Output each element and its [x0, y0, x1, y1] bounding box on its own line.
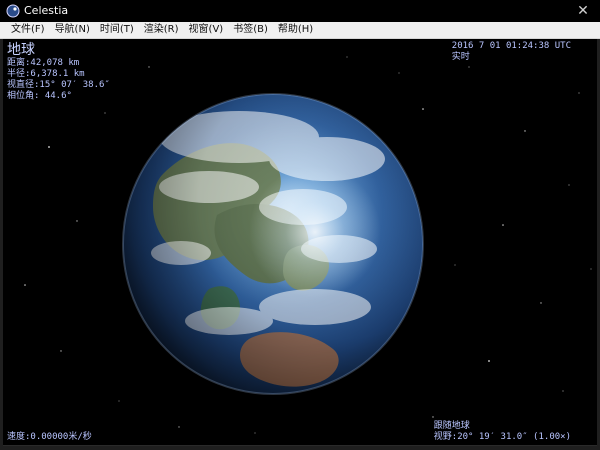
- follow-target: 跟随地球: [433, 421, 470, 431]
- menu-time[interactable]: 时间(T): [95, 22, 139, 38]
- close-icon: ✕: [577, 3, 589, 19]
- hud-time: 2016 7 01 01:24:38 UTC 实时: [452, 41, 571, 63]
- object-apparent-diameter: 视直径:15° 07′ 38.6″: [7, 80, 110, 90]
- celestia-app-icon: [6, 4, 20, 18]
- space-viewport[interactable]: 地球 距离:42,078 km 半径:6,378.1 km 视直径:15° 07…: [3, 39, 597, 446]
- menu-navigation[interactable]: 导航(N): [50, 22, 95, 38]
- hud-camera: 跟随地球 视野:20° 19′ 31.0″ (1.00×): [434, 421, 571, 443]
- window-title: Celestia: [24, 4, 69, 17]
- earth-globe[interactable]: [123, 94, 423, 394]
- object-distance: 距离:42,078 km: [7, 58, 80, 68]
- menu-items: 文件(F) 导航(N) 时间(T) 渲染(R) 视窗(V) 书签(B) 帮助(H…: [0, 22, 600, 38]
- menu-file[interactable]: 文件(F): [6, 22, 50, 38]
- object-name: 地球: [7, 42, 35, 58]
- app-window: Celestia ✕ 文件(F) 导航(N) 时间(T) 渲染(R) 视窗(V)…: [0, 0, 600, 450]
- hud-object-info: 地球 距离:42,078 km 半径:6,378.1 km 视直径:15° 07…: [7, 42, 110, 102]
- title-bar[interactable]: Celestia ✕: [0, 0, 600, 22]
- current-datetime: 2016 7 01 01:24:38 UTC: [451, 41, 571, 51]
- menu-view[interactable]: 视窗(V): [184, 22, 229, 38]
- hud-speed: 速度:0.00000米/秒: [7, 432, 92, 443]
- speed-readout: 速度:0.00000米/秒: [7, 432, 92, 442]
- object-phase-angle: 相位角: 44.6°: [7, 91, 72, 101]
- earth-shadow: [123, 94, 423, 394]
- menu-render[interactable]: 渲染(R): [139, 22, 184, 38]
- menu-help[interactable]: 帮助(H): [273, 22, 318, 38]
- time-mode: 实时: [451, 52, 470, 62]
- object-radius: 半径:6,378.1 km: [7, 69, 85, 79]
- close-button[interactable]: ✕: [574, 2, 592, 20]
- menu-bookmarks[interactable]: 书签(B): [228, 22, 273, 38]
- field-of-view: 视野:20° 19′ 31.0″ (1.00×): [433, 432, 571, 442]
- menu-bar: 文件(F) 导航(N) 时间(T) 渲染(R) 视窗(V) 书签(B) 帮助(H…: [0, 22, 600, 39]
